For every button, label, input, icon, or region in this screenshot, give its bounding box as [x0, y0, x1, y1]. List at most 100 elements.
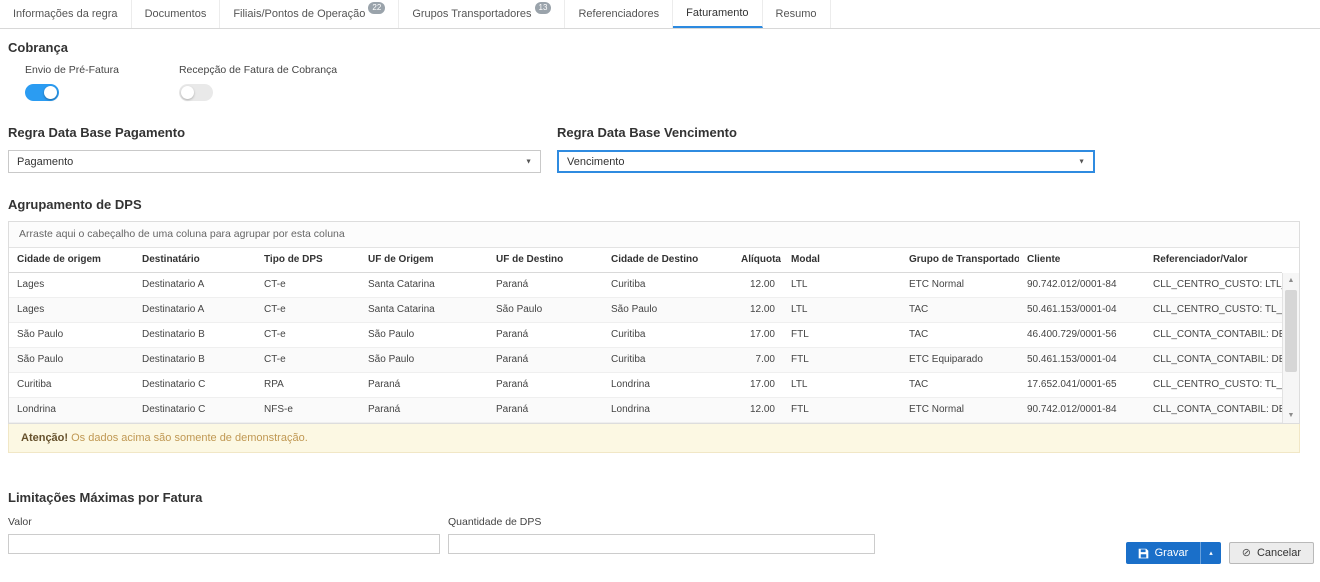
table-cell: Paraná [488, 398, 603, 423]
table-cell: Santa Catarina [360, 298, 488, 323]
table-cell: 17.00 [733, 323, 783, 348]
table-row[interactable]: LagesDestinatario ACT-eSanta CatarinaSão… [9, 298, 1282, 323]
table-cell: CLL_CENTRO_CUSTO: TL_DIST [1145, 298, 1282, 323]
table-cell: Londrina [603, 398, 733, 423]
table-row[interactable]: São PauloDestinatario BCT-eSão PauloPara… [9, 323, 1282, 348]
table-cell: São Paulo [603, 298, 733, 323]
section-cobranca: Cobrança Envio de Pré-FaturaRecepção de … [8, 40, 1312, 101]
regra-vencimento-title: Regra Data Base Vencimento [557, 125, 1095, 140]
scrollbar-thumb[interactable] [1285, 290, 1297, 372]
table-cell: 12.00 [733, 398, 783, 423]
table-cell: TAC [901, 323, 1019, 348]
save-label: Gravar [1155, 547, 1189, 559]
warning-text: Os dados acima são somente de demonstraç… [68, 432, 308, 444]
regra-pagamento-group: Regra Data Base Pagamento Pagamento ▼ [8, 125, 541, 173]
regra-pagamento-title: Regra Data Base Pagamento [8, 125, 541, 140]
column-header-modal[interactable]: Modal [783, 248, 901, 273]
save-dropdown-caret-icon[interactable]: ▴ [1201, 542, 1221, 564]
table-cell: Destinatario C [134, 398, 256, 423]
quantidade-dps-input[interactable] [448, 534, 875, 554]
table-row[interactable]: LagesDestinatario ACT-eSanta CatarinaPar… [9, 273, 1282, 298]
group-drop-zone[interactable]: Arraste aqui o cabeçalho de uma coluna p… [9, 222, 1299, 248]
tab-label: Resumo [776, 8, 817, 20]
tab-label: Documentos [145, 8, 207, 20]
section-agrupamento: Agrupamento de DPS Arraste aqui o cabeça… [8, 197, 1312, 453]
table-cell: Londrina [603, 373, 733, 398]
tab-label: Filiais/Pontos de Operação [233, 8, 365, 20]
save-button[interactable]: Gravar ▴ [1126, 542, 1221, 564]
table-cell: São Paulo [360, 348, 488, 373]
tab-documentos[interactable]: Documentos [132, 0, 221, 28]
table-cell: LTL [783, 273, 901, 298]
agrupamento-title: Agrupamento de DPS [8, 197, 1312, 212]
cancel-icon: ⊘ [1242, 548, 1251, 559]
regra-pagamento-select[interactable]: Pagamento [9, 151, 540, 172]
table-row[interactable]: CuritibaDestinatario CRPAParanáParanáLon… [9, 373, 1282, 398]
scroll-down-icon[interactable]: ▼ [1283, 408, 1299, 423]
table-cell: Paraná [488, 273, 603, 298]
tab-referenciadores[interactable]: Referenciadores [565, 0, 673, 28]
column-header-aliquota[interactable]: Alíquota [733, 248, 783, 273]
column-header-uf-de-destino[interactable]: UF de Destino [488, 248, 603, 273]
table-cell: CLL_CENTRO_CUSTO: LTL_DIST [1145, 273, 1282, 298]
regra-vencimento-select[interactable]: Vencimento [559, 153, 1093, 172]
tab-filiais-pontos-de-operacao[interactable]: Filiais/Pontos de Operação22 [220, 0, 399, 28]
toggle-label: Envio de Pré-Fatura [25, 64, 119, 76]
save-button-main[interactable]: Gravar [1126, 542, 1201, 564]
table-cell: CLL_CONTA_CONTABIL: DEPART_A [1145, 398, 1282, 423]
toggle-knob [181, 86, 194, 99]
cancel-button[interactable]: ⊘ Cancelar [1229, 542, 1314, 564]
table-cell: 90.742.012/0001-84 [1019, 273, 1145, 298]
dps-table: Cidade de origemDestinatárioTipo de DPSU… [9, 248, 1282, 423]
table-cell: São Paulo [9, 348, 134, 373]
table-cell: CT-e [256, 298, 360, 323]
table-row[interactable]: São PauloDestinatario BCT-eSão PauloPara… [9, 348, 1282, 373]
column-header-tipo-de-dps[interactable]: Tipo de DPS [256, 248, 360, 273]
column-header-uf-de-origem[interactable]: UF de Origem [360, 248, 488, 273]
section-limitacoes: Limitações Máximas por Fatura Valor Quan… [8, 490, 1312, 554]
regra-vencimento-select-wrap: Vencimento ▼ [557, 150, 1095, 173]
tab-faturamento[interactable]: Faturamento [673, 0, 762, 28]
table-cell: RPA [256, 373, 360, 398]
toggle-recepcao-de-fatura-de-cobranca[interactable] [179, 84, 213, 101]
column-header-cliente[interactable]: Cliente [1019, 248, 1145, 273]
table-cell: Curitiba [603, 323, 733, 348]
table-cell: Destinatario C [134, 373, 256, 398]
toggle-envio-de-pre-fatura[interactable] [25, 84, 59, 101]
table-scrollbar[interactable]: ▲ ▼ [1282, 273, 1299, 423]
valor-field-group: Valor [8, 516, 440, 554]
table-cell: CT-e [256, 348, 360, 373]
column-header-referenciador-valor[interactable]: Referenciador/Valor [1145, 248, 1282, 273]
column-header-destinatario[interactable]: Destinatário [134, 248, 256, 273]
table-header-row: Cidade de origemDestinatárioTipo de DPSU… [9, 248, 1282, 273]
valor-label: Valor [8, 516, 440, 528]
tab-badge: 22 [368, 2, 385, 14]
regra-pagamento-select-wrap: Pagamento ▼ [8, 150, 541, 173]
save-icon [1138, 548, 1149, 559]
table-cell: Paraná [360, 398, 488, 423]
tab-resumo[interactable]: Resumo [763, 0, 831, 28]
scroll-up-icon[interactable]: ▲ [1283, 273, 1299, 288]
quantidade-field-group: Quantidade de DPS [448, 516, 875, 554]
column-header-cidade-de-origem[interactable]: Cidade de origem [9, 248, 134, 273]
table-cell: São Paulo [9, 323, 134, 348]
table-cell: 12.00 [733, 273, 783, 298]
limitacoes-title: Limitações Máximas por Fatura [8, 490, 1312, 505]
cancel-label: Cancelar [1257, 547, 1301, 559]
table-cell: CT-e [256, 273, 360, 298]
valor-input[interactable] [8, 534, 440, 554]
tab-informacoes-da-regra[interactable]: Informações da regra [0, 0, 132, 28]
cobranca-toggles: Envio de Pré-FaturaRecepção de Fatura de… [25, 64, 1312, 101]
table-cell: Lages [9, 273, 134, 298]
faturamento-page: Informações da regra Documentos Filiais/Po… [0, 0, 1320, 582]
table-cell: CLL_CONTA_CONTABIL: DEPART_B [1145, 348, 1282, 373]
table-cell: CLL_CONTA_CONTABIL: DEPART_A [1145, 323, 1282, 348]
table-cell: TAC [901, 373, 1019, 398]
column-header-grupo-de-transportador[interactable]: Grupo de Transportador [901, 248, 1019, 273]
tab-grupos-transportadores[interactable]: Grupos Transportadores13 [399, 0, 565, 28]
table-cell: Lages [9, 298, 134, 323]
cobranca-title: Cobrança [8, 40, 1312, 55]
table-cell: Paraná [488, 323, 603, 348]
column-header-cidade-de-destino[interactable]: Cidade de Destino [603, 248, 733, 273]
table-row[interactable]: LondrinaDestinatario CNFS-eParanáParanáL… [9, 398, 1282, 423]
